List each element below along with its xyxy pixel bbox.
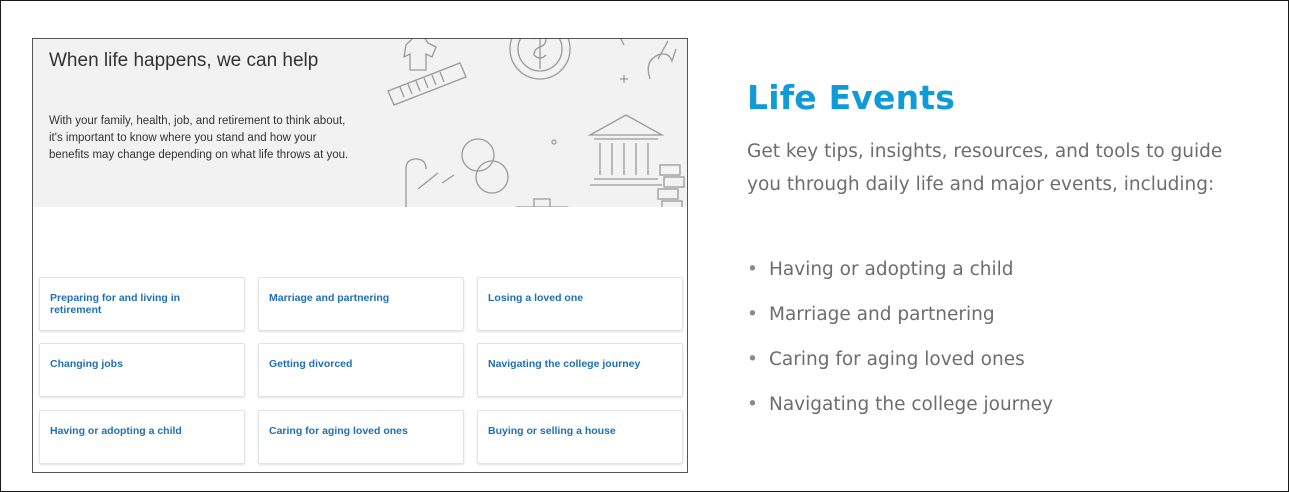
bullet-list: • Having or adopting a child • Marriage an… xyxy=(747,259,1227,439)
tile-getting-divorced[interactable]: Getting divorced xyxy=(258,343,464,397)
bullet-text: Marriage and partnering xyxy=(769,304,995,325)
bullet-item: • Navigating the college journey xyxy=(747,394,1227,439)
cane-icon xyxy=(405,158,427,207)
slide-frame: When life happens, we can help With your… xyxy=(0,0,1289,492)
tile-marriage[interactable]: Marriage and partnering xyxy=(258,277,464,331)
dot-icon xyxy=(551,139,557,145)
shirt-icon xyxy=(403,39,437,71)
tile-buying-house[interactable]: Buying or selling a house xyxy=(477,410,683,464)
life-doodles-illustration xyxy=(387,39,685,207)
plus-icon xyxy=(620,75,628,83)
tile-changing-jobs[interactable]: Changing jobs xyxy=(39,343,245,397)
life-events-grid: Preparing for and living in retirement M… xyxy=(39,277,684,467)
section-description: Get key tips, insights, resources, and t… xyxy=(747,141,1223,195)
scooter-icon xyxy=(417,172,455,190)
small-mark-icon xyxy=(620,39,625,46)
bullet-icon: • xyxy=(747,349,758,370)
briefcase-icon xyxy=(514,198,570,207)
tile-adopting-child[interactable]: Having or adopting a child xyxy=(39,410,245,464)
tile-losing-loved-one[interactable]: Losing a loved one xyxy=(477,277,683,331)
bullet-icon: • xyxy=(747,259,758,280)
bullet-text: Having or adopting a child xyxy=(769,259,1014,280)
bullet-icon: • xyxy=(747,304,758,325)
bullet-item: • Marriage and partnering xyxy=(747,304,1227,349)
bullet-item: • Having or adopting a child xyxy=(747,259,1227,304)
bullet-item: • Caring for aging loved ones xyxy=(747,349,1227,394)
rings-icon xyxy=(461,138,509,194)
bullet-icon: • xyxy=(747,394,758,415)
section-title: Life Events xyxy=(747,78,956,117)
hands-icon xyxy=(647,40,677,80)
blocks-icon xyxy=(657,164,685,207)
coin-icon xyxy=(509,39,571,80)
life-events-screenshot: When life happens, we can help With your… xyxy=(32,38,688,473)
hero-text: With your family, health, job, and retir… xyxy=(49,115,349,161)
hero-title: When life happens, we can help xyxy=(49,50,319,71)
bank-icon xyxy=(587,114,665,186)
tile-caring-aging[interactable]: Caring for aging loved ones xyxy=(258,410,464,464)
diploma-icon xyxy=(387,62,467,106)
hero-banner: When life happens, we can help With your… xyxy=(33,39,687,207)
bullet-text: Caring for aging loved ones xyxy=(769,349,1025,370)
tile-preparing-retirement[interactable]: Preparing for and living in retirement xyxy=(39,277,245,331)
bullet-text: Navigating the college journey xyxy=(769,394,1054,415)
tile-college-journey[interactable]: Navigating the college journey xyxy=(477,343,683,397)
